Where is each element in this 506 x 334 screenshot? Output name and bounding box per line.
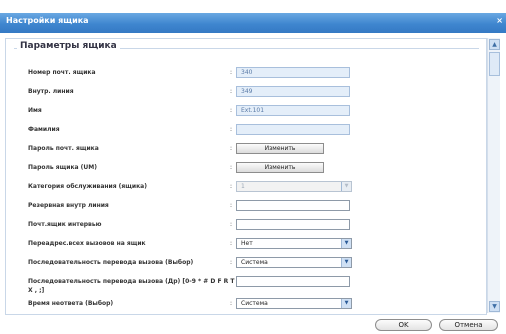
um-password-label: Пароль ящика (UM) bbox=[28, 164, 97, 171]
interview-mailbox-label: Почт.ящик интервью bbox=[28, 221, 102, 228]
no-answer-time-label: Время неответа (Выбор) bbox=[28, 300, 114, 307]
arrow-up-icon[interactable]: ▲ bbox=[489, 39, 500, 50]
row-mailbox-number: Номер почт. ящика : 340 bbox=[6, 67, 486, 81]
colon: : bbox=[230, 145, 233, 152]
interview-mailbox-field[interactable] bbox=[236, 219, 350, 230]
row-extension: Внутр. линия : 349 bbox=[6, 86, 486, 100]
row-transfer-sequence-other: Последовательность перевода вызова (Др) … bbox=[6, 276, 486, 296]
chevron-down-icon: ▼ bbox=[341, 182, 351, 191]
colon: : bbox=[230, 259, 233, 266]
row-no-answer-time: Время неответа (Выбор) : Система ▼ bbox=[6, 298, 486, 312]
no-answer-time-value: Система bbox=[241, 300, 268, 307]
extension-field[interactable]: 349 bbox=[236, 86, 350, 97]
forward-all-calls-select[interactable]: Нет ▼ bbox=[236, 238, 352, 249]
cancel-button[interactable]: Отмена bbox=[439, 319, 498, 331]
section-title: Параметры ящика bbox=[17, 41, 120, 51]
forward-all-calls-label: Переадрес.всех вызовов на ящик bbox=[28, 240, 146, 247]
row-interview-mailbox: Почт.ящик интервью : bbox=[6, 219, 486, 233]
dialog-title: Настройки ящика bbox=[6, 16, 89, 25]
chevron-down-icon: ▼ bbox=[341, 239, 351, 248]
colon: : bbox=[230, 202, 233, 209]
first-name-field[interactable]: Ext.101 bbox=[236, 105, 350, 116]
no-answer-time-select[interactable]: Система ▼ bbox=[236, 298, 352, 309]
row-transfer-sequence-select: Последовательность перевода вызова (Выбо… bbox=[6, 257, 486, 271]
scrollbar-thumb[interactable] bbox=[489, 52, 500, 76]
first-name-label: Имя bbox=[28, 107, 42, 114]
colon: : bbox=[230, 164, 233, 171]
transfer-sequence-other-label: Последовательность перевода вызова (Др) … bbox=[28, 278, 235, 294]
vertical-scrollbar[interactable]: ▲ ▼ bbox=[487, 38, 500, 313]
settings-panel: Параметры ящика Номер почт. ящика : 340 … bbox=[5, 38, 487, 315]
chevron-down-icon: ▼ bbox=[341, 258, 351, 267]
class-of-service-label: Категория обслуживания (ящика) bbox=[28, 183, 147, 190]
transfer-sequence-select[interactable]: Система ▼ bbox=[236, 257, 352, 268]
title-bar[interactable]: Настройки ящика × bbox=[0, 13, 506, 33]
row-first-name: Имя : Ext.101 bbox=[6, 105, 486, 119]
last-name-field[interactable] bbox=[236, 124, 350, 135]
colon: : bbox=[230, 183, 233, 190]
mailbox-number-label: Номер почт. ящика bbox=[28, 69, 96, 76]
ok-button[interactable]: OK bbox=[375, 319, 432, 331]
colon: : bbox=[230, 69, 233, 76]
close-icon[interactable]: × bbox=[496, 16, 503, 25]
row-class-of-service: Категория обслуживания (ящика) : 1 ▼ bbox=[6, 181, 486, 195]
colon: : bbox=[230, 126, 233, 133]
mailbox-settings-dialog: Настройки ящика × Параметры ящика Номер … bbox=[0, 0, 506, 334]
row-forward-all-calls: Переадрес.всех вызовов на ящик : Нет ▼ bbox=[6, 238, 486, 252]
colon: : bbox=[230, 300, 233, 307]
change-mailbox-password-button[interactable]: Изменить bbox=[236, 143, 324, 154]
row-um-password: Пароль ящика (UM) : Изменить bbox=[6, 162, 486, 176]
row-backup-extension: Резервная внутр линия : bbox=[6, 200, 486, 214]
transfer-sequence-select-label: Последовательность перевода вызова (Выбо… bbox=[28, 259, 194, 266]
class-of-service-value: 1 bbox=[241, 183, 245, 190]
backup-extension-label: Резервная внутр линия bbox=[28, 202, 109, 209]
colon: : bbox=[230, 221, 233, 228]
row-last-name: Фамилия : bbox=[6, 124, 486, 138]
backup-extension-field[interactable] bbox=[236, 200, 350, 211]
mailbox-password-label: Пароль почт. ящика bbox=[28, 145, 99, 152]
colon: : bbox=[230, 240, 233, 247]
transfer-sequence-other-field[interactable] bbox=[236, 276, 350, 287]
mailbox-number-field[interactable]: 340 bbox=[236, 67, 350, 78]
colon: : bbox=[230, 88, 233, 95]
change-um-password-button[interactable]: Изменить bbox=[236, 162, 324, 173]
extension-label: Внутр. линия bbox=[28, 88, 74, 95]
last-name-label: Фамилия bbox=[28, 126, 60, 133]
forward-all-calls-value: Нет bbox=[241, 240, 253, 247]
class-of-service-select[interactable]: 1 ▼ bbox=[236, 181, 352, 192]
colon: : bbox=[230, 107, 233, 114]
row-mailbox-password: Пароль почт. ящика : Изменить bbox=[6, 143, 486, 157]
arrow-down-icon[interactable]: ▼ bbox=[489, 301, 500, 312]
chevron-down-icon: ▼ bbox=[341, 299, 351, 308]
transfer-sequence-value: Система bbox=[241, 259, 268, 266]
